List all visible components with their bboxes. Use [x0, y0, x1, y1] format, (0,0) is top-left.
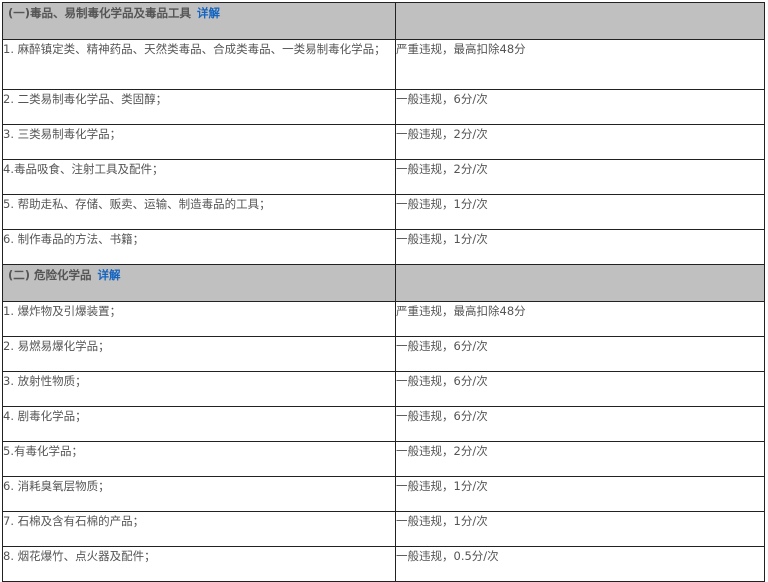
section-header: (二) 危险化学品 详解 — [2, 264, 765, 302]
violation-table: (一)毒品、易制毒化学品及毒品工具 详解 1. 麻醉镇定类、精神药品、天然类毒品、合… — [2, 2, 765, 582]
details-link[interactable]: 详解 — [98, 268, 121, 282]
penalty-cell: 一般违规，2分/次 — [395, 441, 765, 477]
penalty-cell: 一般违规，1分/次 — [395, 511, 765, 547]
item-cell: 4. 剧毒化学品； — [2, 406, 396, 442]
section-empty-cell — [395, 2, 765, 40]
item-cell: 8. 烟花爆竹、点火器及配件； — [2, 546, 396, 582]
table-row: 6. 制作毒品的方法、书籍； 一般违规，1分/次 — [2, 229, 765, 265]
penalty-cell: 一般违规，0.5分/次 — [395, 546, 765, 582]
penalty-cell: 一般违规，1分/次 — [395, 194, 765, 230]
item-cell: 1. 麻醉镇定类、精神药品、天然类毒品、合成类毒品、一类易制毒化学品； — [2, 39, 396, 90]
section-title-cell: (二) 危险化学品 详解 — [2, 264, 396, 302]
penalty-cell: 一般违规，1分/次 — [395, 476, 765, 512]
item-cell: 2. 二类易制毒化学品、类固醇； — [2, 89, 396, 125]
section-title: (二) 危险化学品 — [8, 268, 92, 282]
penalty-cell: 严重违规，最高扣除48分 — [395, 301, 765, 337]
table-row: 1. 爆炸物及引爆装置； 严重违规，最高扣除48分 — [2, 301, 765, 337]
table-row: 8. 烟花爆竹、点火器及配件； 一般违规，0.5分/次 — [2, 546, 765, 582]
section-title: (一)毒品、易制毒化学品及毒品工具 — [8, 6, 192, 20]
details-link[interactable]: 详解 — [197, 6, 220, 20]
table-row: 5.有毒化学品； 一般违规，2分/次 — [2, 441, 765, 477]
table-row: 1. 麻醉镇定类、精神药品、天然类毒品、合成类毒品、一类易制毒化学品； 严重违规，… — [2, 39, 765, 90]
penalty-cell: 严重违规，最高扣除48分 — [395, 39, 765, 90]
item-cell: 5. 帮助走私、存储、贩卖、运输、制造毒品的工具； — [2, 194, 396, 230]
table-row: 2. 易燃易爆化学品； 一般违规，6分/次 — [2, 336, 765, 372]
table-row: 6. 消耗臭氧层物质； 一般违规，1分/次 — [2, 476, 765, 512]
item-cell: 1. 爆炸物及引爆装置； — [2, 301, 396, 337]
section-title-cell: (一)毒品、易制毒化学品及毒品工具 详解 — [2, 2, 396, 40]
item-cell: 7. 石棉及含有石棉的产品； — [2, 511, 396, 547]
table-row: 3. 放射性物质； 一般违规，6分/次 — [2, 371, 765, 407]
section-header: (一)毒品、易制毒化学品及毒品工具 详解 — [2, 2, 765, 40]
table-row: 4. 剧毒化学品； 一般违规，6分/次 — [2, 406, 765, 442]
penalty-cell: 一般违规，2分/次 — [395, 124, 765, 160]
table-row: 2. 二类易制毒化学品、类固醇； 一般违规，6分/次 — [2, 89, 765, 125]
section-empty-cell — [395, 264, 765, 302]
item-cell: 4.毒品吸食、注射工具及配件； — [2, 159, 396, 195]
table-row: 7. 石棉及含有石棉的产品； 一般违规，1分/次 — [2, 511, 765, 547]
item-cell: 2. 易燃易爆化学品； — [2, 336, 396, 372]
penalty-cell: 一般违规，6分/次 — [395, 336, 765, 372]
item-cell: 3. 三类易制毒化学品； — [2, 124, 396, 160]
penalty-cell: 一般违规，6分/次 — [395, 371, 765, 407]
item-cell: 6. 制作毒品的方法、书籍； — [2, 229, 396, 265]
penalty-cell: 一般违规，2分/次 — [395, 159, 765, 195]
penalty-cell: 一般违规，6分/次 — [395, 89, 765, 125]
item-cell: 3. 放射性物质； — [2, 371, 396, 407]
table-row: 5. 帮助走私、存储、贩卖、运输、制造毒品的工具； 一般违规，1分/次 — [2, 194, 765, 230]
item-cell: 6. 消耗臭氧层物质； — [2, 476, 396, 512]
penalty-cell: 一般违规，1分/次 — [395, 229, 765, 265]
penalty-cell: 一般违规，6分/次 — [395, 406, 765, 442]
table-row: 4.毒品吸食、注射工具及配件； 一般违规，2分/次 — [2, 159, 765, 195]
table-row: 3. 三类易制毒化学品； 一般违规，2分/次 — [2, 124, 765, 160]
item-cell: 5.有毒化学品； — [2, 441, 396, 477]
